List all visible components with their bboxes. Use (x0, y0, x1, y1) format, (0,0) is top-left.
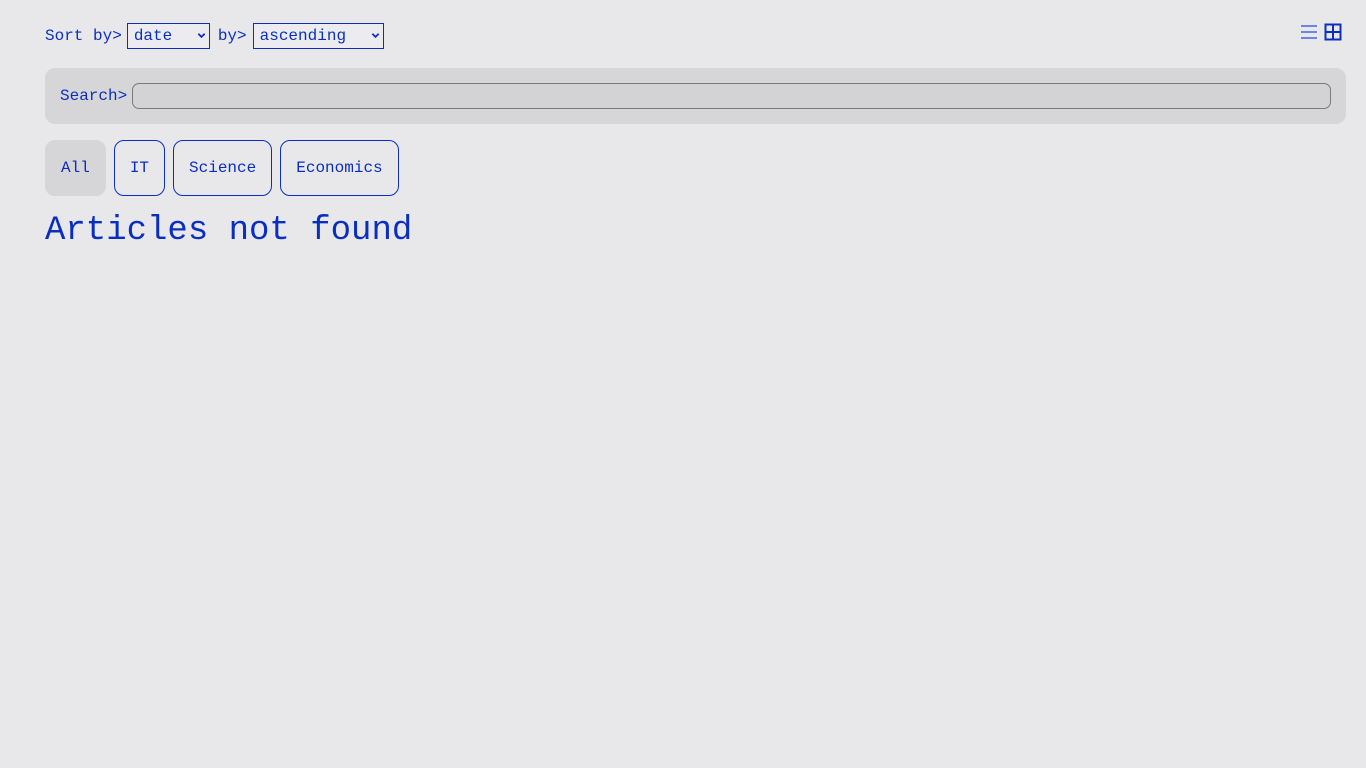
sort-order-select[interactable]: ascending (252, 23, 384, 49)
search-input[interactable] (132, 83, 1331, 109)
search-panel: Search> (45, 68, 1346, 124)
view-toggle (1300, 23, 1342, 41)
sort-toolbar: Sort by> date by> ascending (45, 23, 384, 49)
filter-economics-button[interactable]: Economics (280, 140, 399, 196)
filter-it-button[interactable]: IT (113, 140, 166, 196)
filter-science-button[interactable]: Science (173, 140, 273, 196)
search-label: Search> (60, 87, 128, 105)
filter-all-button[interactable]: All (45, 140, 106, 196)
chevron-down-icon (371, 33, 379, 39)
order-by-label: by> (217, 27, 247, 45)
sort-field-value: date (133, 27, 173, 45)
category-filters: All IT Science Economics (45, 140, 399, 196)
sort-by-label: Sort by> (45, 27, 122, 45)
sort-field-select[interactable]: date (126, 23, 210, 49)
list-view-icon[interactable] (1300, 23, 1318, 41)
empty-state-message: Articles not found (45, 212, 413, 250)
sort-order-value: ascending (259, 27, 347, 45)
grid-view-icon[interactable] (1324, 23, 1342, 41)
chevron-down-icon (197, 33, 206, 39)
